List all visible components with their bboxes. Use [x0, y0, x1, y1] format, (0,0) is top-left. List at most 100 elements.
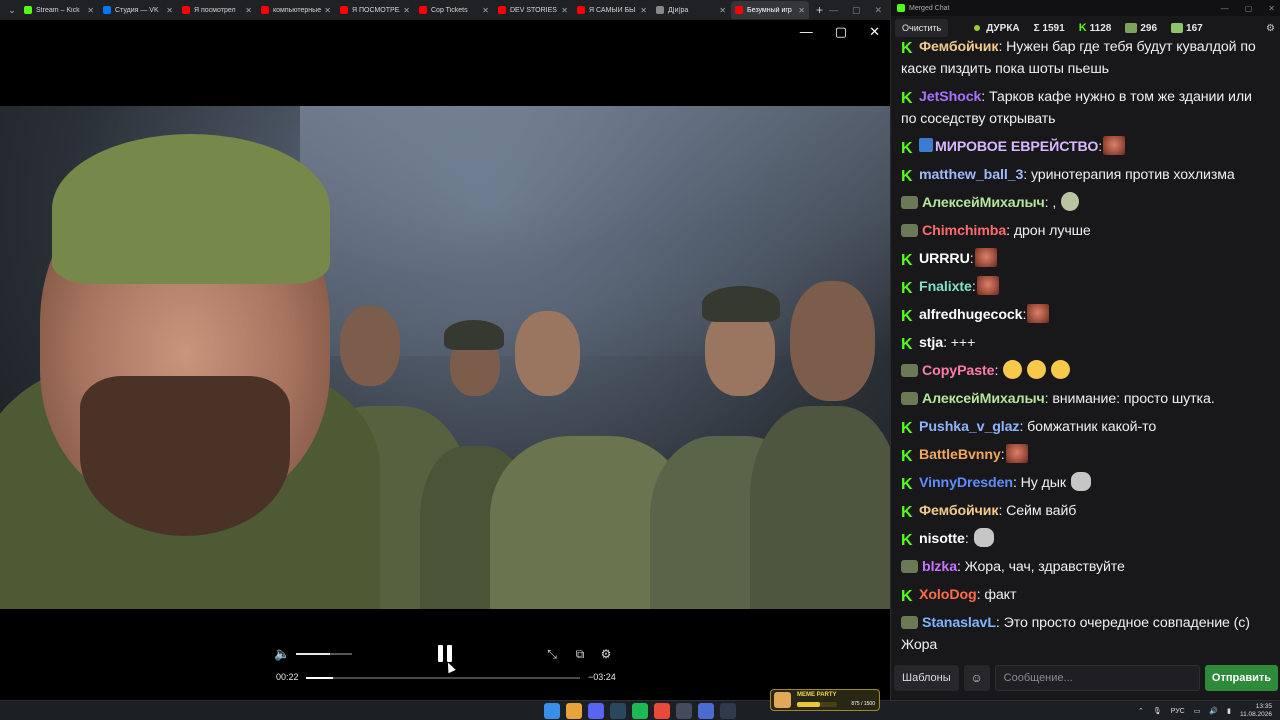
battery-icon[interactable]: ▮ [1227, 707, 1231, 715]
chat-username[interactable]: МИРОВОЕ ЕВРЕЙСТВО [935, 139, 1098, 155]
volume-icon[interactable]: 🔈 [274, 646, 290, 662]
close-tab-icon[interactable]: ✕ [482, 6, 489, 15]
browser-tab[interactable]: Я посмотрел ✕ [178, 1, 256, 19]
chat-message[interactable]: K Fnalixte: [901, 276, 1271, 298]
browser-icon[interactable] [698, 703, 714, 719]
chat-message[interactable]: K VinnyDresden: Ну дык [901, 472, 1271, 494]
chat-message[interactable]: K Pushka_v_glaz: бомжатник какой-то [901, 416, 1271, 438]
message-input[interactable] [994, 665, 1200, 691]
video-frame[interactable] [0, 106, 890, 609]
clear-chat-button[interactable]: Очистить [895, 19, 949, 37]
close-tab-icon[interactable]: ✕ [561, 6, 568, 15]
chevron-up-icon[interactable]: ⌃ [1138, 707, 1144, 715]
close-tab-icon[interactable]: ✕ [798, 6, 805, 15]
chat-message[interactable]: CopyPaste: [901, 360, 1271, 382]
emoji-icon[interactable]: ☺ [963, 665, 990, 691]
browser-tab[interactable]: Cop Tickets ✕ [415, 1, 493, 19]
chat-username[interactable]: АлексейМихалыч [922, 195, 1045, 211]
close-tab-icon[interactable]: ✕ [640, 6, 647, 15]
chat-message-list[interactable]: K Фембойчик: Нужен бар где тебя будут кув… [891, 36, 1280, 656]
maximize-icon[interactable]: ▢ [1245, 4, 1253, 13]
speaker-icon[interactable]: 🔊 [1209, 707, 1218, 715]
discord-icon[interactable] [588, 703, 604, 719]
chat-username[interactable]: URRRU [919, 251, 970, 267]
app-icon[interactable] [720, 703, 736, 719]
close-tab-icon[interactable]: ✕ [87, 6, 94, 15]
microphone-icon[interactable]: 🎙 [1153, 707, 1162, 715]
chat-username[interactable]: Fnalixte [919, 279, 972, 295]
chat-username[interactable]: VinnyDresden [919, 475, 1013, 491]
close-tab-icon[interactable]: ✕ [324, 6, 331, 15]
chat-message[interactable]: Chimchimba: дрон лучше [901, 220, 1271, 242]
chat-message[interactable]: blzka: Жора, чач, здравствуйте [901, 556, 1271, 578]
maximize-icon[interactable]: ▢ [852, 5, 861, 16]
chat-username[interactable]: blzka [922, 559, 957, 575]
maximize-icon[interactable]: ▢ [835, 24, 847, 40]
chat-username[interactable]: alfredhugecock [919, 307, 1023, 323]
chat-message[interactable]: K МИРОВОЕ ЕВРЕЙСТВО: [901, 136, 1271, 158]
close-tab-icon[interactable]: ✕ [719, 6, 726, 15]
chat-username[interactable]: XoloDog [919, 587, 977, 603]
steam-icon[interactable] [610, 703, 626, 719]
chat-message[interactable]: K URRRU: [901, 248, 1271, 270]
close-tab-icon[interactable]: ✕ [403, 6, 410, 15]
close-icon[interactable]: ✕ [1268, 4, 1275, 13]
browser-tab[interactable]: Stream – Kick ✕ [20, 1, 98, 19]
plus-icon[interactable]: + [816, 3, 823, 17]
chat-message[interactable]: АлексейМихалыч: внимание: просто шутка. [901, 388, 1271, 410]
system-clock[interactable]: 13:35 11.08.2026 [1240, 703, 1272, 719]
settings-gear-icon[interactable]: ⚙ [1266, 23, 1275, 34]
chat-message[interactable]: K Фембойчик: Сейм вайб [901, 500, 1271, 522]
templates-button[interactable]: Шаблоны [894, 665, 959, 691]
chat-username[interactable]: JetShock [919, 89, 981, 105]
chrome-icon[interactable] [566, 703, 582, 719]
chat-username[interactable]: StanaslavL [922, 615, 996, 631]
chat-message[interactable]: K XoloDog: факт [901, 584, 1271, 606]
chat-username[interactable]: Фембойчик [919, 39, 999, 55]
browser-tab[interactable]: Я САМЫЙ БЫ ✕ [573, 1, 651, 19]
chat-username[interactable]: Фембойчик [919, 503, 999, 519]
send-button[interactable]: Отправить [1204, 665, 1278, 691]
settings-gear-icon[interactable]: ⚙ [598, 646, 614, 662]
seek-bar[interactable] [306, 677, 580, 679]
browser-tab[interactable]: Безумный игр ✕ [731, 1, 809, 19]
chat-username[interactable]: Pushka_v_glaz [919, 419, 1020, 435]
chat-message[interactable]: Knisotte: [901, 528, 1271, 550]
chat-username[interactable]: nisotte [919, 531, 965, 547]
chat-message[interactable]: АлексейМихалыч: , [901, 192, 1271, 214]
windows-start-icon[interactable] [544, 703, 560, 719]
chat-username[interactable]: BattleBvnny [919, 447, 1001, 463]
minimize-icon[interactable]: — [800, 24, 813, 40]
chat-message[interactable]: Kalfredhugecock: [901, 304, 1271, 326]
chat-message[interactable]: Kstja: +++ [901, 332, 1271, 354]
obs-icon[interactable] [676, 703, 692, 719]
network-icon[interactable]: ▭ [1194, 707, 1201, 715]
chat-message[interactable]: StanaslavL: Это просто очередное совпаде… [901, 612, 1271, 656]
meme-party-widget[interactable]: MEME PARTY 875 / 1500 [770, 689, 880, 711]
chat-username[interactable]: stja [919, 335, 943, 351]
chat-username[interactable]: CopyPaste [922, 363, 995, 379]
browser-tab[interactable]: DEV STORIES ✕ [494, 1, 572, 19]
exit-fullscreen-icon[interactable]: ⤡ [544, 646, 560, 662]
chat-username[interactable]: Chimchimba [922, 223, 1006, 239]
chat-message[interactable]: K Фембойчик: Нужен бар где тебя будут кув… [901, 36, 1271, 80]
browser-tab[interactable]: Студия — VK ✕ [99, 1, 177, 19]
chat-message[interactable]: Kmatthew_ball_3: уринотерапия против хох… [901, 164, 1271, 186]
video-player[interactable]: — ▢ ✕ 🔈 ⤡ ⧉ ⚙ 00:22 −03:24 [0, 20, 890, 700]
picture-in-picture-icon[interactable]: ⧉ [572, 646, 588, 662]
chat-username[interactable]: АлексейМихалыч [922, 391, 1045, 407]
minimize-icon[interactable]: — [1221, 4, 1229, 13]
minimize-icon[interactable]: — [829, 5, 838, 16]
chat-message[interactable]: K BattleBvnny: [901, 444, 1271, 466]
spotify-icon[interactable] [632, 703, 648, 719]
close-icon[interactable]: ✕ [869, 24, 880, 40]
close-icon[interactable]: ✕ [874, 5, 882, 16]
tab-search-icon[interactable]: ⌄ [4, 2, 20, 18]
browser-tab[interactable]: компьютерные ✕ [257, 1, 335, 19]
volume-slider[interactable] [296, 653, 352, 655]
git-icon[interactable] [654, 703, 670, 719]
browser-tab[interactable]: Я ПОСМОТРЕЛ ✕ [336, 1, 414, 19]
browser-tab[interactable]: Д[и]ра ✕ [652, 1, 730, 19]
chat-username[interactable]: matthew_ball_3 [919, 167, 1023, 183]
chat-message[interactable]: K JetShock: Тарков кафе нужно в том же зд… [901, 86, 1271, 130]
